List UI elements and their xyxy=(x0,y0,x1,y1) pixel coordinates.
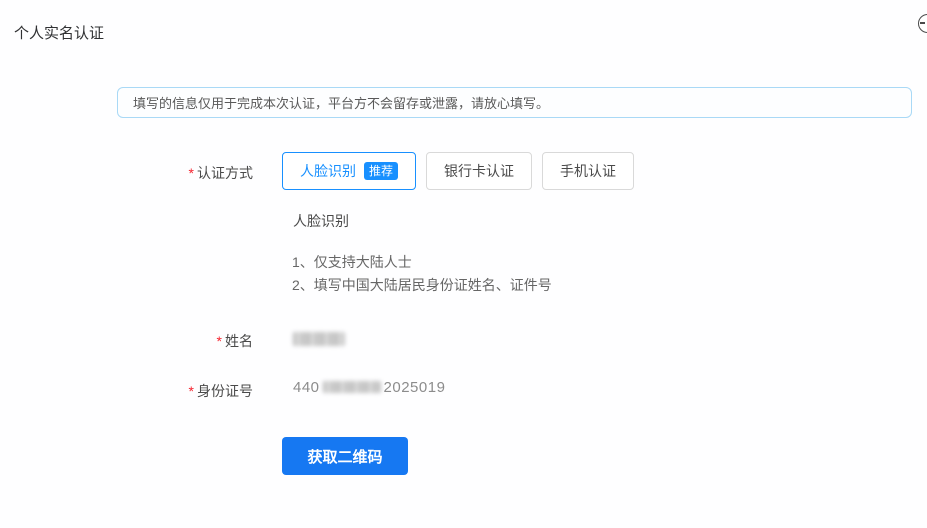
name-label-text: 姓名 xyxy=(225,333,253,349)
privacy-alert: 填写的信息仅用于完成本次认证，平台方不会留存或泄露，请放心填写。 xyxy=(117,87,912,118)
method-note-2: 2、填写中国大陆居民身份证姓名、证件号 xyxy=(292,274,552,297)
get-qr-code-button[interactable]: 获取二维码 xyxy=(282,437,408,475)
id-number-value: 440 2025019 xyxy=(293,379,445,396)
method-phone-label: 手机认证 xyxy=(560,161,616,181)
method-bank-card-button[interactable]: 银行卡认证 xyxy=(426,152,532,190)
method-bank-card-label: 银行卡认证 xyxy=(444,161,514,181)
method-info-heading: 人脸识别 xyxy=(293,211,349,231)
auth-method-label: *认证方式 xyxy=(0,163,253,183)
name-value xyxy=(293,330,345,347)
auth-method-options: 人脸识别 推荐 银行卡认证 手机认证 xyxy=(282,152,634,190)
name-value-redacted xyxy=(293,332,345,346)
method-phone-button[interactable]: 手机认证 xyxy=(542,152,634,190)
method-info-notes: 1、仅支持大陆人士 2、填写中国大陆居民身份证姓名、证件号 xyxy=(292,251,552,297)
recommended-badge: 推荐 xyxy=(364,162,398,180)
method-note-1: 1、仅支持大陆人士 xyxy=(292,251,552,274)
privacy-alert-text: 填写的信息仅用于完成本次认证，平台方不会留存或泄露，请放心填写。 xyxy=(133,93,549,112)
id-number-redacted xyxy=(323,381,381,393)
help-icon[interactable] xyxy=(918,14,927,33)
id-number-prefix: 440 xyxy=(293,379,320,396)
name-label: *姓名 xyxy=(0,331,253,351)
real-name-auth-page: 个人实名认证 填写的信息仅用于完成本次认证，平台方不会留存或泄露，请放心填写。 … xyxy=(0,0,927,528)
required-mark: * xyxy=(217,333,222,349)
id-number-suffix: 2025019 xyxy=(384,379,446,396)
auth-method-label-text: 认证方式 xyxy=(197,165,253,181)
page-title: 个人实名认证 xyxy=(14,22,104,43)
id-number-label: *身份证号 xyxy=(0,381,253,401)
required-mark: * xyxy=(189,165,194,181)
required-mark: * xyxy=(189,383,194,399)
method-face-recognition-button[interactable]: 人脸识别 推荐 xyxy=(282,152,416,190)
id-number-label-text: 身份证号 xyxy=(197,383,253,399)
method-face-recognition-label: 人脸识别 xyxy=(300,161,356,181)
